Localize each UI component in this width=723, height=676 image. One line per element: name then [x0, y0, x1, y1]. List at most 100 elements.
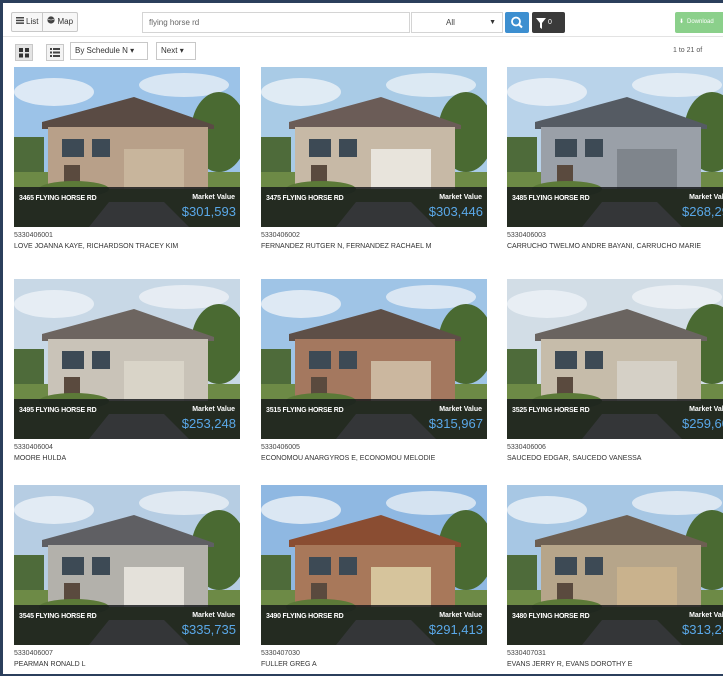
funnel-icon: [536, 17, 546, 38]
market-value-label: Market Valu: [689, 406, 723, 413]
parcel-id: 5330406006: [507, 444, 546, 451]
property-card[interactable]: 3490 FLYING HORSE RD Market Value $291,413…: [261, 485, 487, 674]
list-view-button[interactable]: [46, 44, 64, 61]
search-input[interactable]: flying horse rd: [142, 12, 410, 33]
parcel-id: 5330406002: [261, 232, 300, 239]
caret-down-icon: ▾: [179, 46, 184, 55]
property-photo[interactable]: 3495 FLYING HORSE RD Market Value $253,248: [14, 279, 240, 439]
owner-names: ECONOMOU ANARGYROS E, ECONOMOU MELODIE: [261, 455, 436, 462]
market-value-label: Market Value: [439, 406, 482, 413]
parcel-id: 5330406004: [14, 444, 53, 451]
sort-select[interactable]: By Schedule N ▾: [70, 42, 148, 60]
parcel-id: 5330406001: [14, 232, 53, 239]
market-value-label: Market Value: [192, 194, 235, 201]
property-card[interactable]: 3480 FLYING HORSE RD Market Valu $313,24 53…: [507, 485, 723, 674]
market-value: $253,248: [181, 416, 236, 431]
price-overlay: 3475 FLYING HORSE RD Market Value $303,446: [261, 187, 487, 227]
property-address: 3495 FLYING HORSE RD: [19, 407, 97, 414]
sort-select-value: By Schedule N: [75, 46, 128, 55]
property-photo[interactable]: 3475 FLYING HORSE RD Market Value $303,446: [261, 67, 487, 227]
filter-select[interactable]: All ▼: [411, 12, 503, 33]
property-card[interactable]: 3495 FLYING HORSE RD Market Value $253,248…: [14, 279, 240, 486]
grid-view-button[interactable]: [15, 44, 33, 61]
owner-names: CARRUCHO TWELMO ANDRE BAYANI, CARRUCHO M…: [507, 243, 702, 250]
map-mode-label: Map: [57, 17, 74, 26]
download-label: Download: [687, 19, 714, 25]
property-address: 3525 FLYING HORSE RD: [512, 407, 590, 414]
market-value: $259,60: [682, 416, 723, 431]
parcel-id: 5330407030: [261, 650, 300, 657]
parcel-id: 5330406003: [507, 232, 546, 239]
list-icon: [16, 13, 24, 31]
grid-icon: [16, 47, 32, 64]
price-overlay: 3490 FLYING HORSE RD Market Value $291,413: [261, 605, 487, 645]
view-mode-toggle: List Map: [11, 12, 79, 32]
property-photo[interactable]: 3490 FLYING HORSE RD Market Value $291,413: [261, 485, 487, 645]
property-photo[interactable]: 3545 FLYING HORSE RD Market Value $335,735: [14, 485, 240, 645]
result-count: 1 to 21 of: [673, 47, 703, 54]
parcel-id: 5330407031: [507, 650, 546, 657]
caret-down-icon: ▼: [489, 19, 496, 26]
owner-names: PEARMAN RONALD L: [14, 661, 86, 668]
price-overlay: 3545 FLYING HORSE RD Market Value $335,735: [14, 605, 240, 645]
list-view-icon: [47, 47, 63, 64]
property-photo[interactable]: 3515 FLYING HORSE RD Market Value $315,967: [261, 279, 487, 439]
property-address: 3515 FLYING HORSE RD: [266, 407, 344, 414]
price-overlay: 3525 FLYING HORSE RD Market Valu $259,60: [507, 399, 723, 439]
download-icon: ⬇: [679, 19, 685, 25]
caret-down-icon: ▾: [130, 46, 135, 55]
market-value: $335,735: [181, 622, 236, 637]
list-mode-button[interactable]: List: [12, 13, 42, 31]
market-value-label: Market Valu: [689, 612, 723, 619]
property-card[interactable]: 3525 FLYING HORSE RD Market Valu $259,60 53…: [507, 279, 723, 486]
property-card[interactable]: 3465 FLYING HORSE RD Market Value $301,593…: [14, 67, 240, 274]
property-card[interactable]: 3485 FLYING HORSE RD Market Valu $268,29 53…: [507, 67, 723, 274]
filter-count: 0: [548, 19, 552, 26]
market-value: $313,24: [682, 622, 723, 637]
price-overlay: 3465 FLYING HORSE RD Market Value $301,593: [14, 187, 240, 227]
property-address: 3545 FLYING HORSE RD: [19, 613, 97, 620]
property-card[interactable]: 3545 FLYING HORSE RD Market Value $335,735…: [14, 485, 240, 674]
market-value: $315,967: [428, 416, 483, 431]
property-photo[interactable]: 3485 FLYING HORSE RD Market Valu $268,29: [507, 67, 723, 227]
search-button[interactable]: [505, 12, 529, 33]
map-mode-button[interactable]: Map: [42, 13, 77, 31]
market-value-label: Market Value: [439, 612, 482, 619]
property-address: 3490 FLYING HORSE RD: [266, 613, 344, 620]
market-value-label: Market Valu: [689, 194, 723, 201]
owner-names: SAUCEDO EDGAR, SAUCEDO VANESSA: [507, 455, 642, 462]
property-photo[interactable]: 3465 FLYING HORSE RD Market Value $301,593: [14, 67, 240, 227]
owner-names: EVANS JERRY R, EVANS DOROTHY E: [507, 661, 633, 668]
property-card[interactable]: 3515 FLYING HORSE RD Market Value $315,967…: [261, 279, 487, 486]
parcel-id: 5330406007: [14, 650, 53, 657]
property-photo[interactable]: 3525 FLYING HORSE RD Market Valu $259,60: [507, 279, 723, 439]
market-value: $268,29: [682, 204, 723, 219]
market-value: $303,446: [428, 204, 483, 219]
top-toolbar: List Map flying horse rd All ▼ 0 ⬇ Downl…: [3, 3, 723, 37]
property-card[interactable]: 3475 FLYING HORSE RD Market Value $303,446…: [261, 67, 487, 274]
price-overlay: 3480 FLYING HORSE RD Market Valu $313,24: [507, 605, 723, 645]
globe-icon: [47, 13, 56, 31]
property-photo[interactable]: 3480 FLYING HORSE RD Market Valu $313,24: [507, 485, 723, 645]
owner-names: MOORE HULDA: [14, 455, 67, 462]
market-value-label: Market Value: [192, 406, 235, 413]
list-mode-label: List: [26, 17, 39, 26]
price-overlay: 3515 FLYING HORSE RD Market Value $315,967: [261, 399, 487, 439]
download-button[interactable]: ⬇ Download: [675, 12, 723, 33]
property-address: 3465 FLYING HORSE RD: [19, 195, 97, 202]
property-address: 3475 FLYING HORSE RD: [266, 195, 344, 202]
owner-names: FERNANDEZ RUTGER N, FERNANDEZ RACHAEL M: [261, 243, 432, 250]
market-value-label: Market Value: [439, 194, 482, 201]
property-address: 3485 FLYING HORSE RD: [512, 195, 590, 202]
app-window: List Map flying horse rd All ▼ 0 ⬇ Downl…: [0, 0, 723, 676]
parcel-id: 5330406005: [261, 444, 300, 451]
market-value-label: Market Value: [192, 612, 235, 619]
search-icon: [505, 16, 529, 37]
price-overlay: 3485 FLYING HORSE RD Market Valu $268,29: [507, 187, 723, 227]
sort-order-select[interactable]: Next ▾: [156, 42, 196, 60]
price-overlay: 3495 FLYING HORSE RD Market Value $253,248: [14, 399, 240, 439]
advanced-filter-button[interactable]: 0: [532, 12, 565, 33]
owner-names: LOVE JOANNA KAYE, RICHARDSON TRACEY KIM: [14, 243, 179, 250]
market-value: $301,593: [181, 204, 236, 219]
property-address: 3480 FLYING HORSE RD: [512, 613, 590, 620]
